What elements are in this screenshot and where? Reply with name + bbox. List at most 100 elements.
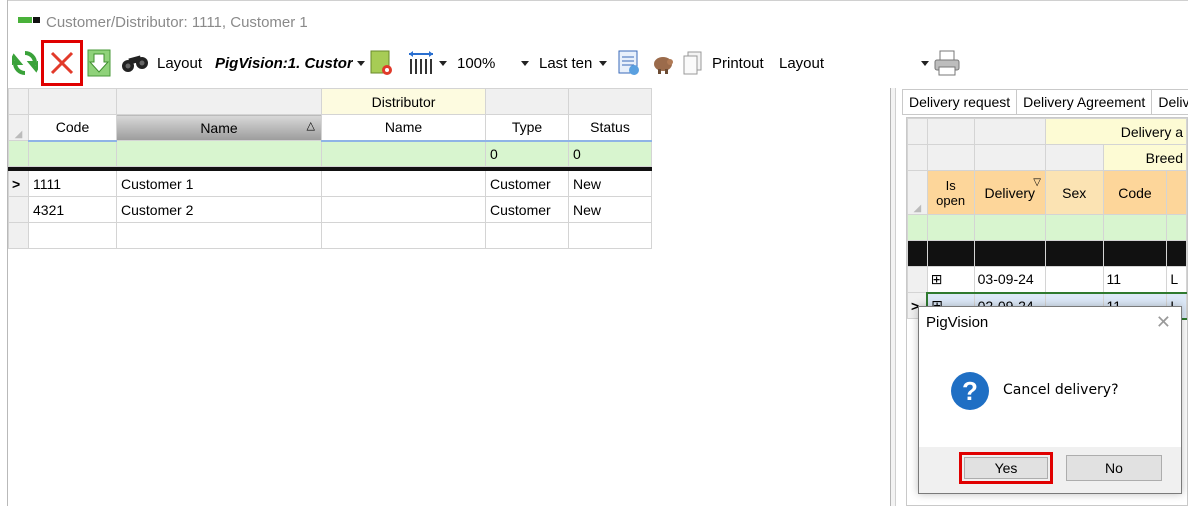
zoom-dropdown[interactable]: 100% — [457, 44, 529, 82]
column-header-code[interactable]: Code — [1102, 170, 1168, 215]
column-header-extra[interactable] — [1166, 170, 1187, 215]
no-button[interactable]: No — [1066, 455, 1162, 481]
period-value: Last ten — [539, 54, 593, 72]
close-icon[interactable]: ✕ — [1156, 312, 1171, 333]
cell-extra[interactable]: L — [1166, 266, 1187, 293]
empty-cell[interactable] — [321, 222, 486, 249]
table-row[interactable]: ⊞ 03-09-24 11 L — [907, 266, 1187, 293]
chevron-down-icon — [439, 60, 447, 66]
group-header-distributor: Distributor — [321, 88, 486, 115]
empty-cell[interactable] — [116, 222, 322, 249]
customer-grid: Distributor ◢ Code Name △ Name Type Stat… — [8, 88, 652, 249]
print-button[interactable] — [933, 44, 961, 82]
cell-delivery[interactable]: 03-09-24 — [973, 266, 1046, 293]
search-button[interactable] — [120, 44, 152, 82]
printout-value: Layout — [779, 54, 825, 72]
group-empty-cell — [926, 144, 975, 171]
filter-status[interactable]: 0 — [568, 140, 652, 167]
empty-cell[interactable] — [485, 222, 569, 249]
dialog-body: ? Cancel delivery? — [919, 337, 1181, 447]
toolbar: Layout PigVision:1. Custor 100% Last ten — [8, 40, 1188, 86]
column-header-name[interactable]: Name △ — [116, 114, 322, 141]
yes-button[interactable]: Yes — [964, 457, 1048, 479]
cell-code[interactable]: 11 — [1102, 266, 1168, 293]
chevron-down-icon — [599, 60, 608, 66]
copy-button[interactable] — [682, 44, 704, 82]
select-all-corner[interactable]: ◢ — [8, 114, 29, 141]
column-header-name-label: Name — [200, 119, 238, 136]
layout-dropdown[interactable]: PigVision:1. Custor — [215, 44, 365, 82]
filter-is-open[interactable] — [926, 214, 975, 241]
layout-settings-button[interactable] — [369, 44, 395, 82]
window-border-top — [7, 0, 1188, 1]
cell-distributor-name[interactable] — [321, 196, 486, 223]
column-header-type[interactable]: Type — [485, 114, 569, 142]
dialog-title: PigVision — [926, 314, 989, 331]
period-dropdown[interactable]: Last ten — [539, 44, 608, 82]
chevron-down-icon — [356, 60, 365, 66]
report-button[interactable] — [616, 44, 642, 82]
filter-distributor-name[interactable] — [321, 140, 486, 167]
corner-cell — [8, 88, 29, 115]
sort-ascending-icon: △ — [306, 120, 315, 132]
cell-name[interactable]: Customer 1 — [116, 170, 322, 197]
group-empty-cell — [973, 144, 1046, 171]
column-header-code[interactable]: Code — [28, 114, 117, 142]
row-header — [8, 196, 29, 223]
column-header-status[interactable]: Status — [568, 114, 652, 142]
printout-dropdown[interactable]: Layout — [779, 44, 929, 82]
filter-code[interactable] — [28, 140, 117, 167]
column-header-sex[interactable]: Sex — [1044, 170, 1104, 215]
cell-code[interactable]: 1111 — [28, 170, 117, 197]
tab-delivery-request[interactable]: Delivery request — [902, 89, 1018, 115]
column-header-distributor-name[interactable]: Name — [321, 114, 486, 142]
filter-extra[interactable] — [1166, 214, 1187, 241]
question-icon: ? — [951, 372, 989, 410]
cell-code[interactable]: 4321 — [28, 196, 117, 223]
panel-splitter[interactable] — [890, 88, 896, 506]
cell-distributor-name[interactable] — [321, 170, 486, 197]
tab-delivery[interactable]: Deliv — [1152, 89, 1188, 115]
dialog-title-bar: PigVision ✕ — [919, 307, 1181, 337]
empty-cell[interactable] — [568, 222, 652, 249]
dialog-message: Cancel delivery? — [1003, 382, 1119, 398]
cell-name[interactable]: Customer 2 — [116, 196, 322, 223]
report-icon — [618, 50, 639, 75]
table-row[interactable]: > 1111 Customer 1 Customer New — [8, 170, 652, 197]
app-icon — [18, 17, 40, 23]
cell-status[interactable]: New — [568, 170, 652, 197]
group-empty-cell — [926, 118, 975, 145]
select-all-corner[interactable]: ◢ — [907, 170, 928, 215]
cell-sex[interactable] — [1044, 266, 1104, 293]
cancel-button[interactable] — [48, 44, 76, 82]
window-title: Customer/Distributor: 1111, Customer 1 — [46, 14, 308, 31]
columns-icon — [409, 51, 433, 74]
refresh-icon — [12, 51, 38, 75]
new-row[interactable] — [8, 222, 652, 249]
tab-delivery-agreement[interactable]: Delivery Agreement — [1017, 89, 1153, 115]
zoom-value: 100% — [457, 54, 496, 72]
delivery-grid: Delivery a Breed ◢ Is open Delivery ▽ Se… — [907, 118, 1187, 320]
filter-delivery[interactable] — [973, 214, 1046, 241]
filter-code[interactable] — [1102, 214, 1168, 241]
cell-type[interactable]: Customer — [485, 196, 569, 223]
copy-icon — [683, 51, 702, 75]
binoculars-icon — [122, 55, 148, 72]
cell-status[interactable]: New — [568, 196, 652, 223]
column-header-delivery[interactable]: Delivery ▽ — [973, 170, 1046, 215]
filter-name[interactable] — [116, 140, 322, 167]
filter-row-header — [8, 140, 29, 167]
empty-cell[interactable] — [28, 222, 117, 249]
filter-type[interactable]: 0 — [485, 140, 569, 167]
refresh-button[interactable] — [12, 44, 38, 82]
group-empty-cell — [1044, 144, 1104, 171]
save-download-button[interactable] — [86, 44, 112, 82]
filter-sex[interactable] — [1044, 214, 1104, 241]
expand-icon[interactable]: ⊞ — [926, 266, 975, 293]
cell-type[interactable]: Customer — [485, 170, 569, 197]
column-header-is-open[interactable]: Is open — [926, 170, 975, 215]
column-width-button[interactable] — [407, 44, 447, 82]
layout-label: Layout — [157, 54, 203, 72]
pig-button[interactable] — [650, 44, 676, 82]
table-row[interactable]: 4321 Customer 2 Customer New — [8, 196, 652, 223]
